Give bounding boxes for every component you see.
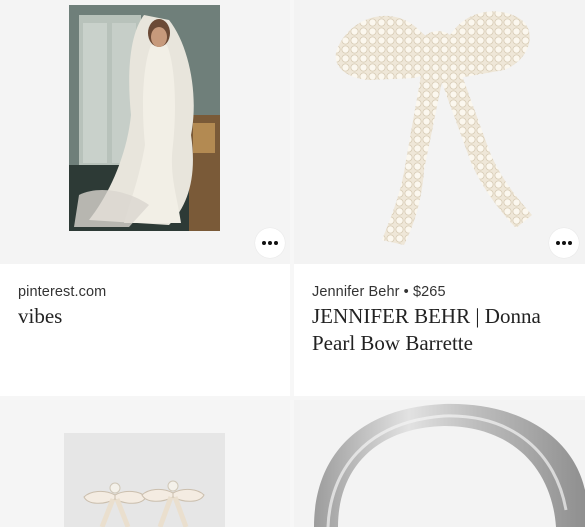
card-image-container[interactable] — [294, 0, 585, 264]
row-separator — [0, 396, 585, 400]
card-image-container[interactable] — [0, 400, 290, 527]
result-card-vibes[interactable]: pinterest.com vibes — [0, 0, 290, 396]
card-title-line1[interactable]: JENNIFER BEHR | Donna — [312, 303, 541, 330]
card-source-price[interactable]: Jennifer Behr • $265 — [312, 284, 446, 300]
more-dots-icon — [556, 241, 572, 245]
column-gutter — [290, 0, 294, 527]
more-options-button[interactable] — [255, 228, 285, 258]
bride-lace-veil-photo[interactable] — [69, 5, 220, 231]
pearl-bow-earrings-photo[interactable] — [64, 433, 225, 527]
result-card-pearl-bow-earrings[interactable] — [0, 400, 290, 527]
more-options-button[interactable] — [549, 228, 579, 258]
results-grid: pinterest.com vibes Jennifer Behr • $265… — [0, 0, 585, 527]
more-dots-icon — [262, 241, 278, 245]
card-source[interactable]: pinterest.com — [18, 284, 106, 300]
result-card-pearl-bow-barrette[interactable]: Jennifer Behr • $265 JENNIFER BEHR | Don… — [294, 0, 585, 396]
satin-headband-photo[interactable] — [294, 400, 585, 527]
card-image-container[interactable] — [294, 400, 585, 527]
result-card-satin-headband[interactable] — [294, 400, 585, 527]
card-image-container[interactable] — [0, 0, 290, 264]
card-title-line2[interactable]: Pearl Bow Barrette — [312, 330, 473, 357]
card-title[interactable]: vibes — [18, 303, 62, 330]
pearl-bow-barrette-photo[interactable] — [314, 0, 574, 250]
